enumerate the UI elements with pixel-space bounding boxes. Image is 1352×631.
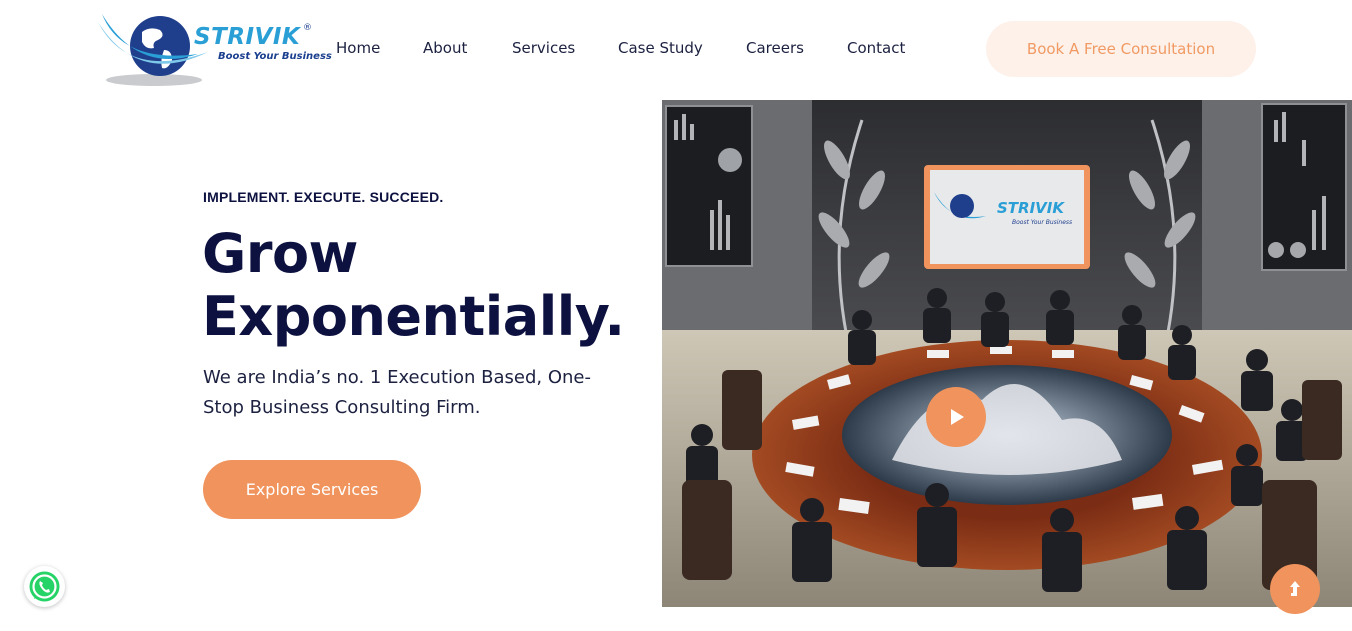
headline-line-2: Exponentially. bbox=[202, 285, 625, 348]
hero-video-thumbnail[interactable]: STRIVIK Boost Your Business bbox=[662, 100, 1352, 607]
hero-eyebrow: IMPLEMENT. EXECUTE. SUCCEED. bbox=[203, 189, 444, 205]
book-consultation-button[interactable]: Book A Free Consultation bbox=[986, 21, 1256, 77]
whatsapp-button[interactable] bbox=[24, 566, 65, 607]
play-icon bbox=[951, 409, 964, 425]
nav-item-contact[interactable]: Contact bbox=[847, 39, 905, 57]
brand-tagline: Boost Your Business bbox=[218, 51, 332, 62]
nav-item-case-study[interactable]: Case Study bbox=[618, 39, 703, 57]
screen-brand-text: STRIVIK bbox=[997, 199, 1065, 217]
hero-headline: Grow Exponentially. bbox=[202, 222, 642, 348]
brand-name: STRIVIK bbox=[194, 24, 301, 50]
nav-item-home[interactable]: Home bbox=[336, 39, 380, 57]
play-video-button[interactable] bbox=[926, 387, 986, 447]
explore-services-button[interactable]: Explore Services bbox=[203, 460, 421, 519]
arrow-up-icon bbox=[1290, 581, 1300, 596]
screen-tagline-text: Boost Your Business bbox=[1012, 219, 1072, 226]
hero-subtext: We are India’s no. 1 Execution Based, On… bbox=[203, 367, 591, 418]
nav-item-about[interactable]: About bbox=[423, 39, 467, 57]
brand-logo[interactable]: STRIVIK ® Boost Your Business bbox=[98, 10, 332, 88]
nav-item-services[interactable]: Services bbox=[512, 39, 575, 57]
scroll-to-top-button[interactable] bbox=[1270, 564, 1320, 614]
registered-mark: ® bbox=[303, 23, 312, 33]
whatsapp-icon bbox=[29, 571, 60, 602]
nav-item-careers[interactable]: Careers bbox=[746, 39, 804, 57]
headline-line-1: Grow bbox=[202, 222, 358, 285]
boardroom-illustration: STRIVIK Boost Your Business bbox=[662, 100, 1352, 607]
